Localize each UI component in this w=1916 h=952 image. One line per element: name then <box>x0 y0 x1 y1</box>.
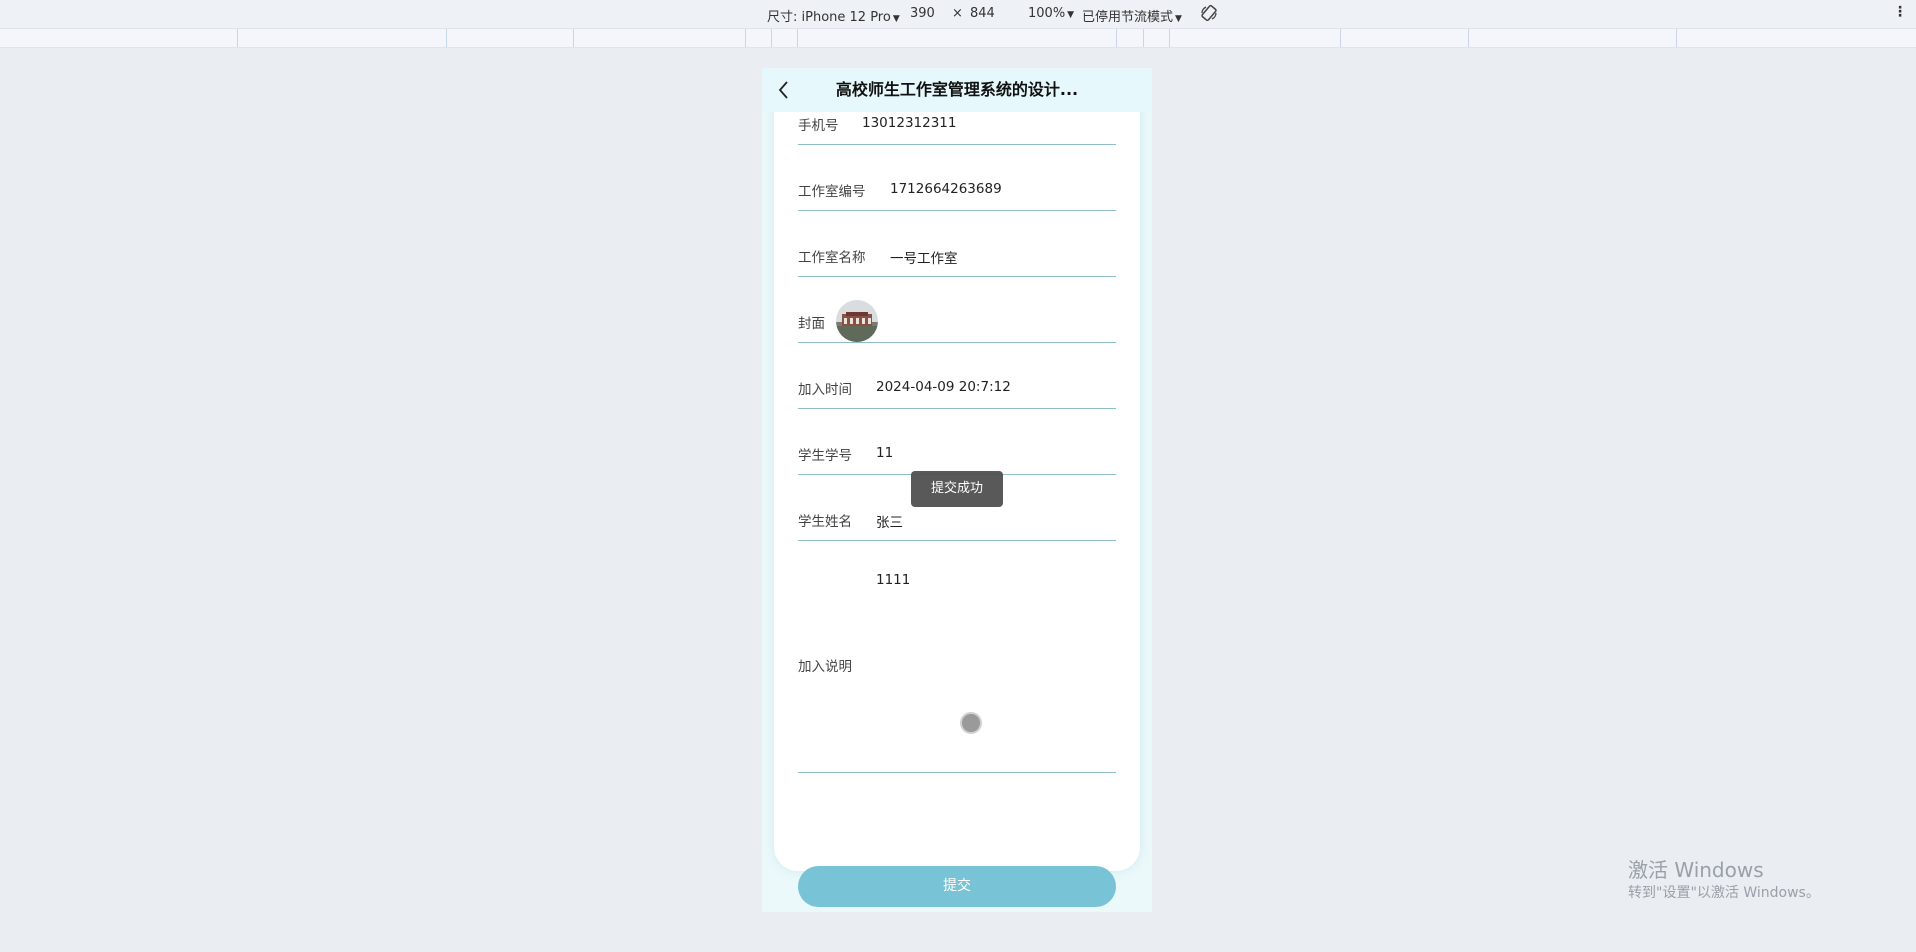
form-row-cover: 封面 <box>798 277 1116 343</box>
student-no-field[interactable]: 11 <box>876 445 893 461</box>
ruler-tick <box>237 29 238 47</box>
ruler-tick <box>1143 29 1144 47</box>
dropdown-arrow-icon: ▼ <box>1175 14 1182 24</box>
ruler-tick <box>797 29 798 47</box>
join-desc-textarea[interactable]: 1111 <box>876 572 910 588</box>
viewport-width-input[interactable]: 390 <box>910 6 935 21</box>
studio-id-field[interactable]: 1712664263689 <box>890 181 1002 197</box>
throttle-label: 已停用节流模式 <box>1082 10 1174 25</box>
textarea-resize-handle[interactable] <box>960 712 982 734</box>
ruler-tick <box>573 29 574 47</box>
page-title: 高校师生工作室管理系统的设计... <box>835 80 1079 99</box>
studio-name-field[interactable]: 一号工作室 <box>890 247 958 267</box>
studio-id-label: 工作室编号 <box>798 184 866 200</box>
join-desc-label: 加入说明 <box>798 659 852 675</box>
watermark-line2: 转到"设置"以激活 Windows。 <box>1628 885 1820 901</box>
ruler-tick <box>1468 29 1469 47</box>
rotate-icon[interactable] <box>1200 4 1218 22</box>
phone-field[interactable]: 13012312311 <box>862 115 956 131</box>
ruler-tick <box>1116 29 1117 47</box>
student-name-field[interactable]: 张三 <box>876 511 903 531</box>
student-name-label: 学生姓名 <box>798 514 852 530</box>
student-no-label: 学生学号 <box>798 448 852 464</box>
ruler-tick <box>446 29 447 47</box>
navbar: 高校师生工作室管理系统的设计... <box>762 68 1152 112</box>
submit-button[interactable]: 提交 <box>798 866 1116 907</box>
form-row-studio-name: 工作室名称 一号工作室 <box>798 211 1116 277</box>
phone-label: 手机号 <box>798 118 839 134</box>
form-card: 手机号 13012312311 工作室编号 1712664263689 工作室名… <box>774 68 1140 907</box>
form-row-join-desc: 加入说明 1111 <box>798 541 1116 773</box>
dimension-separator: × <box>952 6 963 21</box>
join-time-label: 加入时间 <box>798 382 852 398</box>
form-row-join-time: 加入时间 2024-04-09 20:7:12 <box>798 343 1116 409</box>
throttle-select[interactable]: 已停用节流模式 ▼ <box>1082 6 1182 25</box>
join-time-field[interactable]: 2024-04-09 20:7:12 <box>876 379 1011 395</box>
ruler-tick <box>1676 29 1677 47</box>
form-row-student-no: 学生学号 11 <box>798 409 1116 475</box>
windows-activation-watermark: 激活 Windows 转到"设置"以激活 Windows。 <box>1628 858 1820 902</box>
ruler-tick <box>1169 29 1170 47</box>
cover-image[interactable] <box>836 300 878 342</box>
cover-label: 封面 <box>798 316 825 332</box>
phone-viewport: 高校师生工作室管理系统的设计... 手机号 13012312311 工作室编号 … <box>762 68 1152 912</box>
watermark-line1: 激活 Windows <box>1628 858 1764 882</box>
dropdown-arrow-icon: ▼ <box>1067 10 1075 20</box>
device-size-label: 尺寸: iPhone 12 Pro <box>767 10 891 25</box>
dropdown-arrow-icon: ▼ <box>892 14 900 24</box>
ruler-tick <box>745 29 746 47</box>
media-query-bar <box>0 29 1916 48</box>
back-arrow-icon[interactable] <box>772 78 796 102</box>
toast-message: 提交成功 <box>911 471 1003 507</box>
devtools-device-toolbar: 尺寸: iPhone 12 Pro ▼ 390 × 844 100% ▼ 已停用节流… <box>0 0 1916 29</box>
form-row-studio-id: 工作室编号 1712664263689 <box>798 145 1116 211</box>
zoom-label: 100% <box>1028 6 1066 21</box>
ruler-tick <box>771 29 772 47</box>
zoom-select[interactable]: 100% ▼ <box>1028 6 1074 21</box>
viewport-height-input[interactable]: 844 <box>970 6 995 21</box>
device-select[interactable]: 尺寸: iPhone 12 Pro ▼ <box>767 6 900 25</box>
studio-name-label: 工作室名称 <box>798 250 866 266</box>
ruler-tick <box>1340 29 1341 47</box>
more-options-icon[interactable]: ⋮ <box>1893 5 1907 19</box>
